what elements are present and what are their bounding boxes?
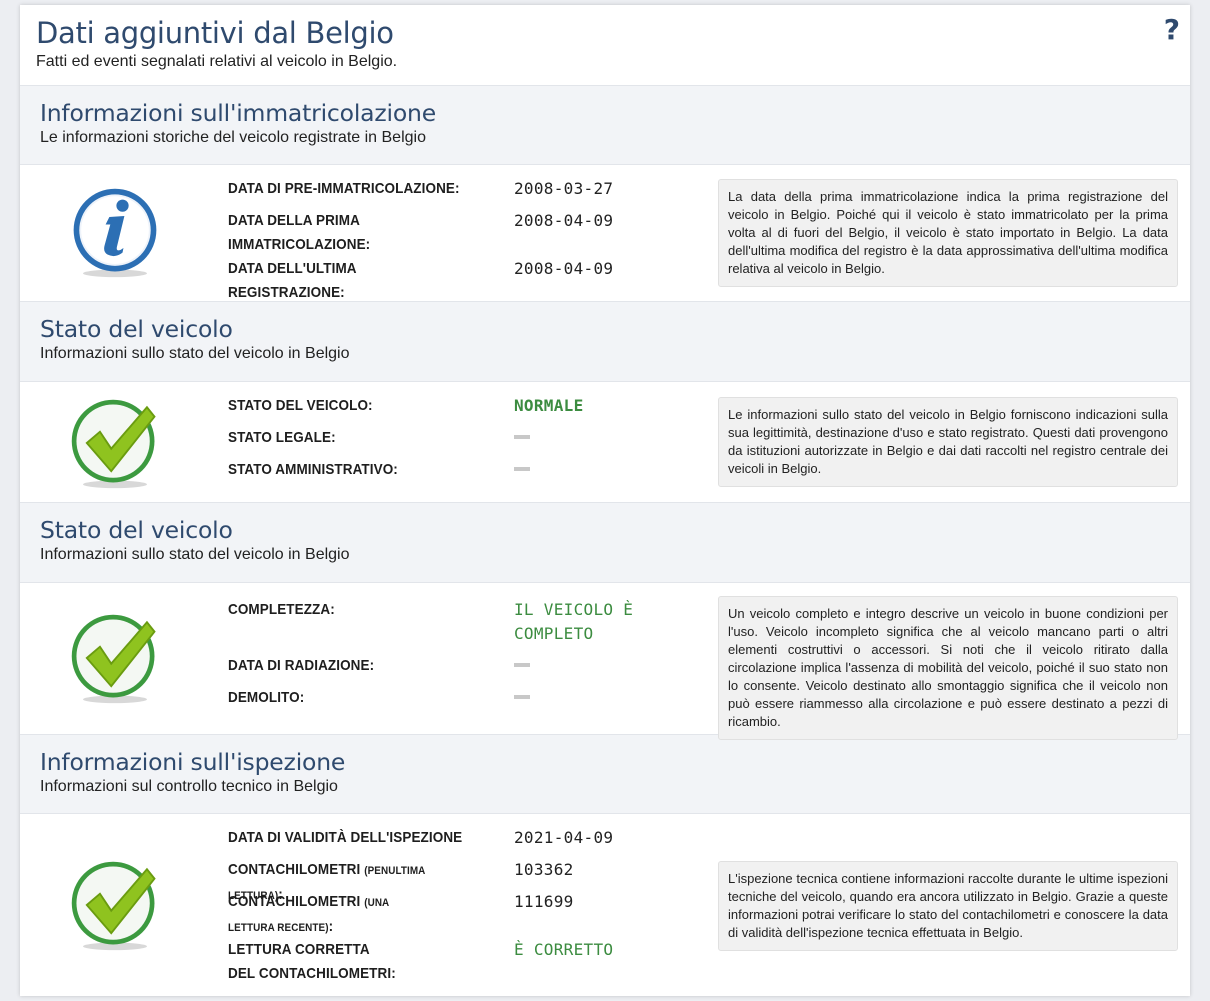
field-label: DATA DI RADIAZIONE: — [228, 657, 375, 674]
field-value: È CORRETTO — [514, 940, 614, 959]
field-value: NORMALE — [514, 396, 584, 415]
page-subtitle: Fatti ed eventi segnalati relativi al ve… — [36, 53, 398, 70]
info-note: L'ispezione tecnica contiene informazion… — [718, 861, 1178, 951]
section-title: Informazioni sull'ispezione — [40, 748, 346, 776]
field-label: LETTURA CORRETTA DEL CONTACHILOMETRI: — [228, 941, 396, 982]
field-value: 2008-04-09 — [514, 211, 614, 230]
section-subtitle: Le informazioni storiche del veicolo reg… — [40, 129, 426, 146]
field-value: IL VEICOLO È COMPLETO — [514, 600, 634, 643]
section-header-registration: Informazioni sull'immatricolazione Le in… — [20, 85, 1190, 165]
field-label: DEMOLITO: — [228, 689, 305, 706]
belgium-data-card: Dati aggiuntivi dal Belgio Fatti ed even… — [20, 5, 1190, 996]
section-body-registration: DATA DI PRE-IMMATRICOLAZIONE: 2008-03-27… — [20, 165, 1190, 301]
field-label: CONTACHILOMETRI (UNA LETTURA RECENTE): — [228, 893, 389, 935]
field-label: DATA DI PRE-IMMATRICOLAZIONE: — [228, 180, 460, 197]
info-note: Le informazioni sullo stato del veicolo … — [718, 397, 1178, 487]
field-value: 111699 — [514, 892, 574, 911]
section-subtitle: Informazioni sullo stato del veicolo in … — [40, 546, 350, 563]
empty-value — [514, 458, 664, 482]
field-label: DATA DELLA PRIMA IMMATRICOLAZIONE: — [228, 212, 371, 253]
section-header-inspection: Informazioni sull'ispezione Informazioni… — [20, 734, 1190, 814]
section-body-vehicle-status: STATO DEL VEICOLO: NORMALE STATO LEGALE:… — [20, 382, 1190, 502]
empty-value — [514, 654, 664, 678]
field-label: STATO AMMINISTRATIVO: — [228, 461, 398, 478]
field-label: COMPLETEZZA: — [228, 601, 335, 618]
page-title: Dati aggiuntivi dal Belgio — [36, 16, 394, 50]
section-title: Stato del veicolo — [40, 315, 233, 343]
empty-value — [514, 686, 664, 710]
section-subtitle: Informazioni sullo stato del veicolo in … — [40, 345, 350, 362]
section-title: Stato del veicolo — [40, 516, 233, 544]
dash-icon — [514, 467, 530, 471]
section-title: Informazioni sull'immatricolazione — [40, 99, 436, 127]
checkmark-icon — [71, 861, 156, 951]
section-header-vehicle-status: Stato del veicolo Informazioni sullo sta… — [20, 301, 1190, 382]
field-label: DATA DI VALIDITÀ DELL'ISPEZIONE — [228, 829, 463, 846]
field-label: DATA DELL'ULTIMA REGISTRAZIONE: — [228, 260, 357, 301]
section-subtitle: Informazioni sul controllo tecnico in Be… — [40, 778, 338, 795]
card-header: Dati aggiuntivi dal Belgio Fatti ed even… — [20, 5, 1190, 85]
field-label: STATO DEL VEICOLO: — [228, 397, 373, 414]
section-header-completeness: Stato del veicolo Informazioni sullo sta… — [20, 502, 1190, 583]
field-value: 2008-04-09 — [514, 259, 614, 278]
empty-value — [514, 426, 664, 450]
checkmark-icon — [71, 614, 156, 704]
field-value: 2008-03-27 — [514, 179, 614, 198]
help-icon[interactable]: ? — [1164, 13, 1180, 46]
checkmark-icon — [71, 399, 156, 489]
field-label: STATO LEGALE: — [228, 429, 336, 446]
field-value: 103362 — [514, 860, 574, 879]
info-note: Un veicolo completo e integro descrive u… — [718, 596, 1178, 740]
section-body-completeness: COMPLETEZZA: IL VEICOLO È COMPLETO DATA … — [20, 583, 1190, 740]
dash-icon — [514, 695, 530, 699]
info-note: La data della prima immatricolazione ind… — [718, 179, 1178, 287]
dash-icon — [514, 663, 530, 667]
info-icon — [73, 188, 157, 278]
field-value: 2021-04-09 — [514, 828, 614, 847]
dash-icon — [514, 435, 530, 439]
section-body-inspection: DATA DI VALIDITÀ DELL'ISPEZIONE 2021-04-… — [20, 814, 1190, 996]
